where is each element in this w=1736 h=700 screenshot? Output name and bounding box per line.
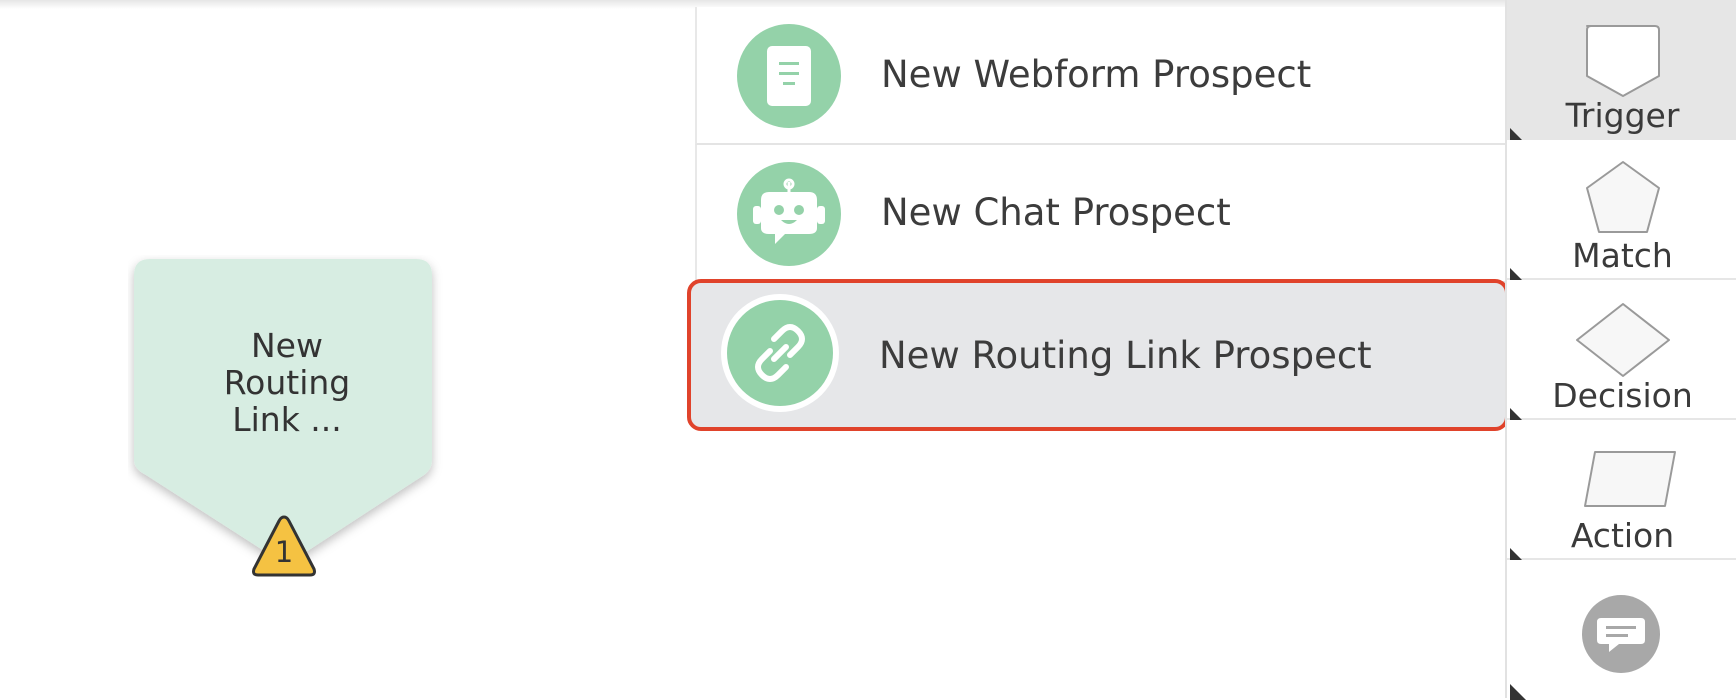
link-chain-icon — [727, 300, 833, 406]
tool-label: Match — [1572, 236, 1673, 275]
menu-item-routing-link[interactable]: New Routing Link Prospect — [687, 279, 1509, 431]
tool-decision[interactable]: Decision — [1507, 280, 1736, 424]
menu-item-label: New Webform Prospect — [881, 53, 1312, 96]
flow-canvas[interactable]: New Routing Link ... 1 — [0, 0, 695, 698]
tool-comment[interactable] — [1507, 560, 1736, 700]
trigger-node[interactable]: New Routing Link ... 1 — [128, 255, 446, 585]
trigger-node-label: New Routing Link ... — [178, 327, 396, 438]
menu-item-webform[interactable]: New Webform Prospect — [695, 7, 1505, 145]
warning-icon[interactable]: 1 — [250, 513, 318, 579]
tool-label: Trigger — [1565, 96, 1680, 135]
warning-count: 1 — [274, 535, 294, 569]
tool-action[interactable]: Action — [1507, 420, 1736, 564]
chat-robot-icon — [737, 162, 841, 266]
node-label-line: Routing — [223, 363, 351, 402]
menu-item-label: New Chat Prospect — [881, 191, 1231, 234]
comment-icon — [1582, 595, 1660, 673]
tool-match[interactable]: Match — [1507, 140, 1736, 284]
trigger-options-menu: New Webform Prospect New Chat Prospect N… — [687, 7, 1509, 431]
tool-trigger[interactable]: Trigger — [1507, 0, 1736, 144]
menu-item-label: New Routing Link Prospect — [879, 334, 1372, 377]
node-label-line: New — [251, 326, 323, 365]
webform-document-icon — [737, 24, 841, 128]
menu-item-chat[interactable]: New Chat Prospect — [695, 145, 1505, 283]
node-label-line: Link ... — [232, 400, 342, 439]
tool-label: Action — [1570, 516, 1675, 555]
shape-toolbar: Trigger Match Decision Action — [1505, 0, 1736, 700]
tool-label: Decision — [1552, 376, 1693, 415]
